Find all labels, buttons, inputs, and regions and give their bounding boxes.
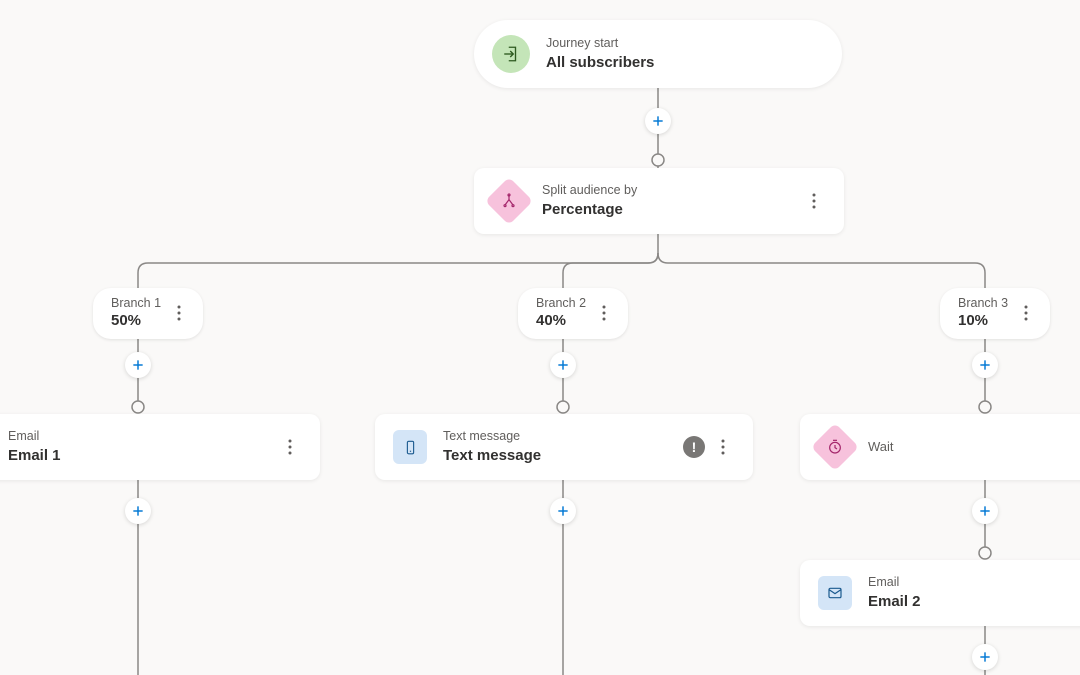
text-message-label: Text message	[443, 429, 675, 444]
text-message-more-button[interactable]	[711, 435, 735, 459]
email-icon	[818, 576, 852, 610]
split-value: Percentage	[542, 200, 796, 220]
split-icon	[485, 177, 533, 225]
add-node-branch-2[interactable]	[550, 352, 576, 378]
wait-card[interactable]: Wait	[800, 414, 1080, 480]
branch-2-label: Branch 2	[536, 296, 586, 311]
branch-3-pill[interactable]: Branch 3 10%	[940, 288, 1050, 339]
email-2-label: Email	[868, 575, 1080, 590]
enter-icon	[492, 35, 530, 73]
branch-3-more-button[interactable]	[1016, 305, 1036, 321]
email-1-label: Email	[8, 429, 272, 444]
email-1-value: Email 1	[8, 446, 272, 466]
branch-2-more-button[interactable]	[594, 305, 614, 321]
add-node-after-email-2[interactable]	[972, 644, 998, 670]
add-node-after-email-1[interactable]	[125, 498, 151, 524]
branch-1-label: Branch 1	[111, 296, 161, 311]
text-message-value: Text message	[443, 446, 675, 466]
journey-start-card[interactable]: Journey start All subscribers	[474, 20, 842, 88]
branch-3-value: 10%	[958, 311, 1008, 331]
branch-2-pill[interactable]: Branch 2 40%	[518, 288, 628, 339]
phone-icon	[393, 430, 427, 464]
wait-label: Wait	[868, 439, 1080, 456]
journey-start-value: All subscribers	[546, 53, 824, 73]
email-1-card[interactable]: Email Email 1	[0, 414, 320, 480]
warning-icon: !	[683, 436, 705, 458]
add-node-after-wait[interactable]	[972, 498, 998, 524]
branch-2-value: 40%	[536, 311, 586, 331]
split-label: Split audience by	[542, 183, 796, 198]
journey-start-label: Journey start	[546, 36, 824, 51]
add-node-button-1[interactable]	[645, 108, 671, 134]
split-audience-card[interactable]: Split audience by Percentage	[474, 168, 844, 234]
text-message-card[interactable]: Text message Text message !	[375, 414, 753, 480]
branch-1-more-button[interactable]	[169, 305, 189, 321]
branch-1-pill[interactable]: Branch 1 50%	[93, 288, 203, 339]
timer-icon	[811, 423, 859, 471]
branch-3-label: Branch 3	[958, 296, 1008, 311]
email-2-card[interactable]: Email Email 2	[800, 560, 1080, 626]
add-node-branch-1[interactable]	[125, 352, 151, 378]
email-2-value: Email 2	[868, 592, 1080, 612]
email-1-more-button[interactable]	[278, 435, 302, 459]
add-node-branch-3[interactable]	[972, 352, 998, 378]
branch-1-value: 50%	[111, 311, 161, 331]
split-more-button[interactable]	[802, 189, 826, 213]
add-node-after-text[interactable]	[550, 498, 576, 524]
